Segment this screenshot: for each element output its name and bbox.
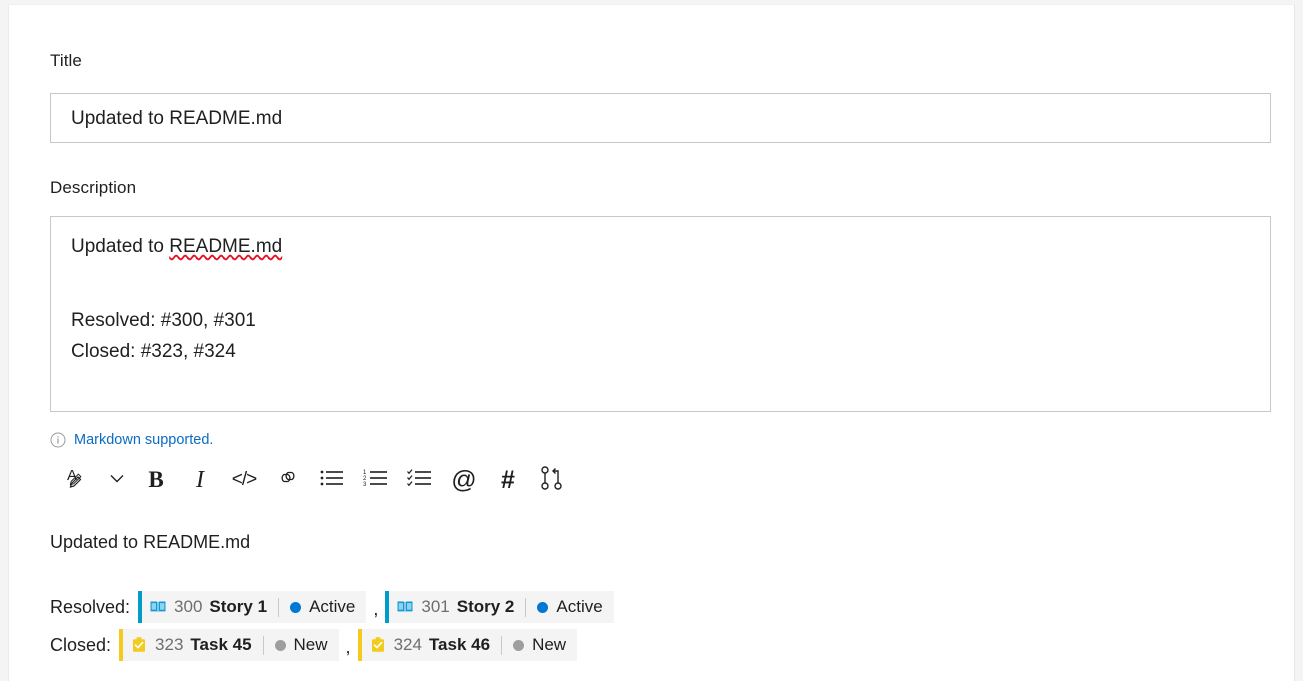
code-button[interactable]: </> bbox=[222, 460, 266, 500]
story-book-icon bbox=[396, 598, 414, 616]
text-style-button[interactable]: A bbox=[56, 460, 100, 500]
italic-icon: I bbox=[196, 466, 204, 493]
pull-request-button[interactable] bbox=[530, 460, 574, 500]
chip-separator: , bbox=[345, 637, 351, 657]
description-line-1: Updated to README.md bbox=[71, 236, 282, 258]
work-item-state: New bbox=[293, 635, 328, 654]
mention-button[interactable]: @ bbox=[442, 460, 486, 500]
checklist-button[interactable] bbox=[398, 460, 442, 500]
info-circle-icon bbox=[50, 432, 66, 448]
markdown-toolbar: A B I </> 1 2 3 @ # bbox=[56, 460, 574, 500]
task-clipboard-icon bbox=[130, 636, 148, 654]
title-input[interactable]: Updated to README.md bbox=[50, 93, 1271, 143]
chip-divider bbox=[262, 635, 264, 655]
work-item-chip-323[interactable]: 323 Task 45 New bbox=[119, 629, 339, 661]
chip-separator: , bbox=[373, 599, 379, 619]
work-item-title: Task 46 bbox=[428, 635, 491, 654]
branch-pull-request-icon bbox=[540, 465, 564, 496]
description-line-4: Closed: #323, #324 bbox=[71, 341, 236, 362]
work-item-title: Task 45 bbox=[190, 635, 252, 654]
work-item-state: Active bbox=[309, 597, 356, 616]
chip-divider bbox=[525, 597, 527, 617]
link-button[interactable] bbox=[266, 460, 310, 500]
work-item-state: Active bbox=[556, 597, 603, 616]
work-item-id: 301 bbox=[421, 597, 450, 616]
work-item-title: Story 1 bbox=[209, 597, 268, 616]
bulleted-list-button[interactable] bbox=[310, 460, 354, 500]
markdown-supported-note: Markdown supported. bbox=[50, 432, 213, 448]
state-dot bbox=[274, 639, 286, 651]
work-item-id: 323 bbox=[155, 635, 184, 654]
checklist-icon bbox=[407, 467, 433, 494]
state-dot bbox=[290, 601, 302, 613]
italic-button[interactable]: I bbox=[178, 460, 222, 500]
markdown-supported-label: Markdown supported. bbox=[74, 432, 214, 448]
description-misspelled-word: README.md bbox=[169, 236, 283, 257]
text-style-dropdown[interactable] bbox=[100, 460, 134, 500]
bold-icon: B bbox=[148, 467, 164, 492]
font-pencil-icon: A bbox=[65, 465, 91, 496]
task-clipboard-icon bbox=[369, 636, 387, 654]
row-label-resolved: Resolved: bbox=[50, 596, 131, 617]
work-item-button[interactable]: # bbox=[486, 460, 530, 500]
preview-row-closed: Closed: 323 Task 45 New , 324 Task 46 Ne… bbox=[50, 629, 578, 661]
description-line-1-prefix: Updated to bbox=[71, 236, 170, 257]
preview-heading: Updated to README.md bbox=[50, 532, 251, 552]
row-label-closed: Closed: bbox=[50, 634, 112, 655]
work-item-id: 324 bbox=[393, 635, 422, 654]
work-item-id: 300 bbox=[174, 597, 203, 616]
hash-work-item-icon: # bbox=[501, 465, 515, 494]
title-input-value: Updated to README.md bbox=[71, 107, 283, 129]
work-item-chip-300[interactable]: 300 Story 1 Active bbox=[138, 591, 367, 623]
description-label: Description bbox=[50, 178, 137, 197]
work-item-state: New bbox=[532, 635, 567, 654]
bulleted-list-icon bbox=[319, 467, 345, 494]
work-item-title: Story 2 bbox=[456, 597, 515, 616]
svg-text:3: 3 bbox=[363, 482, 367, 488]
preview-row-resolved: Resolved: 300 Story 1 Active , 301 Story… bbox=[50, 591, 614, 623]
code-icon: </> bbox=[231, 469, 258, 490]
chip-divider bbox=[278, 597, 280, 617]
description-textarea[interactable]: Updated to README.md Resolved: #300, #30… bbox=[50, 216, 1271, 412]
edit-form-panel: Title Updated to README.md Description U… bbox=[8, 4, 1295, 681]
numbered-list-button[interactable]: 1 2 3 bbox=[354, 460, 398, 500]
chip-divider bbox=[501, 635, 503, 655]
state-dot bbox=[537, 601, 549, 613]
at-mention-icon: @ bbox=[451, 465, 477, 494]
description-line-3: Resolved: #300, #301 bbox=[71, 310, 256, 331]
link-icon bbox=[275, 467, 301, 494]
work-item-chip-301[interactable]: 301 Story 2 Active bbox=[385, 591, 614, 623]
bold-button[interactable]: B bbox=[134, 460, 178, 500]
story-book-icon bbox=[149, 598, 167, 616]
work-item-chip-324[interactable]: 324 Task 46 New bbox=[357, 629, 578, 661]
numbered-list-icon: 1 2 3 bbox=[363, 467, 389, 494]
chevron-down-icon bbox=[107, 468, 127, 493]
title-label: Title bbox=[50, 51, 82, 70]
state-dot bbox=[513, 639, 525, 651]
